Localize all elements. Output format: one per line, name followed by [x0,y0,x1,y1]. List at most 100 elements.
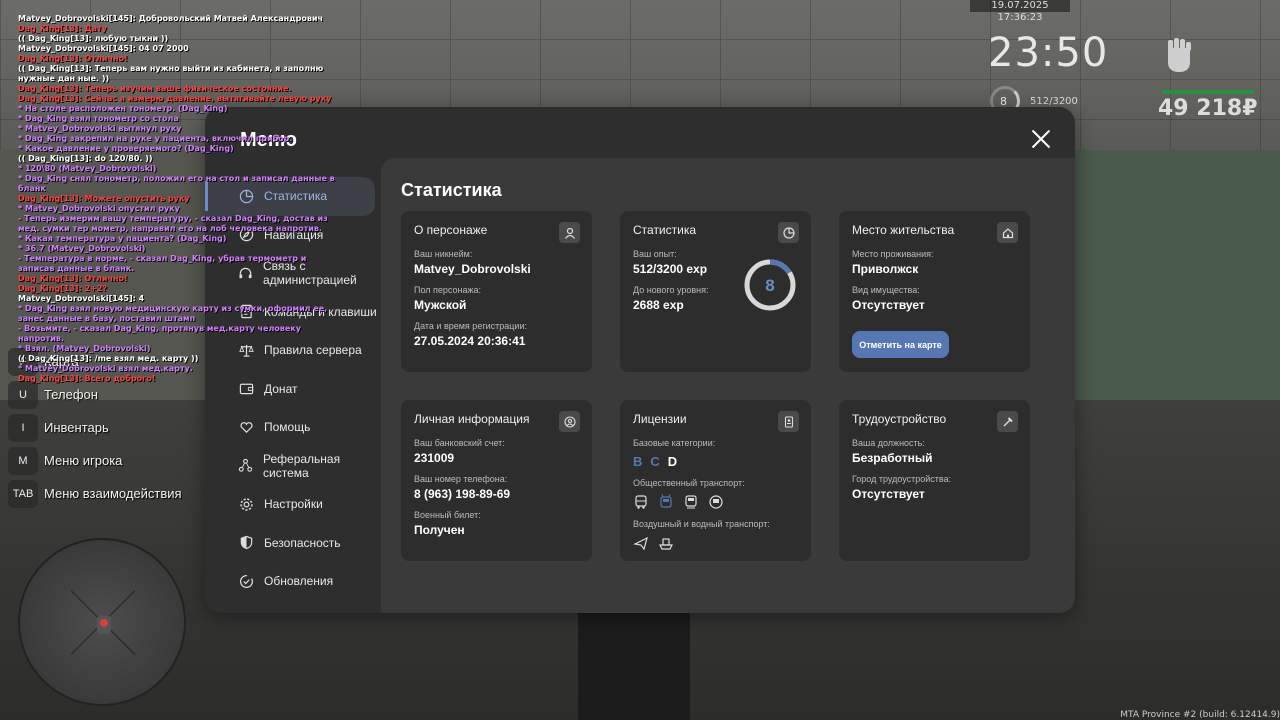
quick-key-label: Меню взаимодействия [44,486,182,501]
position-value: Безработный [852,451,933,465]
ship-icon [659,538,673,550]
chat-line: * Dag_King снял тонометр, положил его на… [18,174,338,193]
key-badge: TAB [8,479,38,508]
chat-log: Matvey_Dobrovolski[145]: Добровольский М… [18,14,338,384]
license-categories: BCD [633,454,798,469]
chat-line: Dag_King[13]: 2+2? [18,284,108,293]
chat-line: * 36.7 (Matvey_Dobrovolski) [18,244,146,253]
field-label: Воздушный и водный транспорт: [633,519,770,529]
field-label: Дата и время регистрации: [414,321,527,331]
quick-key-label: Меню игрока [44,453,123,468]
id-card-icon [778,411,799,432]
gear-icon [238,496,254,512]
health-bar [1162,90,1254,94]
quick-key-item[interactable]: I Инвентарь [8,411,182,444]
air-water-transport-icons [633,535,798,551]
gender-value: Мужской [414,298,467,312]
close-icon[interactable] [1031,129,1051,149]
fist-icon [1168,38,1191,72]
shield-icon [238,535,254,551]
chat-line: * Matvey_Dobrovolski взял мед.карту. [18,364,193,373]
refresh-check-icon [238,573,254,589]
mark-on-map-button[interactable]: Отметить на карте [852,331,949,358]
chat-line: Matvey_Dobrovolski[145]: 4 [18,294,145,303]
chat-line: (( Dag_King[13]: любую тыкни )) [18,34,169,43]
plane-icon [633,536,648,551]
field-label: Базовые категории: [633,438,716,448]
key-badge: U [8,380,38,409]
sidebar-item-label: Реферальная система [263,451,341,480]
key-badge: M [8,446,38,475]
chat-line: * Взял. (Matvey_Dobrovolski) [18,344,151,353]
chat-line: (( Dag_King[13]: do 120/80. )) [18,154,153,163]
minimap [18,538,186,706]
trolleybus-icon [660,494,672,508]
field-label: Ваша должность: [852,438,925,448]
chat-line: (( Dag_King[13]: Теперь вам нужно выйти … [18,64,327,83]
hammer-icon [997,411,1018,432]
card-title: Личная информация [414,412,530,426]
card-title: О персонаже [414,223,488,237]
chat-line: - Температура в норме, - сказал Dag_King… [18,254,310,273]
chat-line: * Какая температура у пациента? (Dag_Kin… [18,234,227,243]
quick-key-item[interactable]: TAB Меню взаимодействия [8,477,182,510]
property-value: Отсутствует [852,298,925,312]
license-category: B [633,454,643,469]
sidebar-item[interactable]: Обновления [205,562,380,601]
chat-line: * 120\80 (Matvey_Dobrovolski) [18,164,157,173]
bank-account-value: 231009 [414,451,455,465]
field-label: Место проживания: [852,249,934,259]
licenses-card: Лицензии Базовые категории: BCD Обществе… [620,400,811,561]
chat-line: Dag_King[13]: Теперь изучим ваше физичес… [18,84,292,93]
metro-icon [709,495,723,509]
field-label: Военный билет: [414,510,481,520]
field-label: Ваш банковский счет: [414,438,505,448]
employment-card: Трудоустройство Ваша должность: Безработ… [839,400,1030,561]
chat-line: - Возьмите, - сказал Dag_King, протянув … [18,324,304,343]
chat-line: * На столе расположен тонометр. (Dag_Kin… [18,104,228,113]
sidebar-item[interactable]: Настройки [205,485,380,524]
nickname-value: Matvey_Dobrovolski [414,262,531,276]
pie-chart-icon [778,222,799,243]
heart-hand-icon [238,419,254,435]
card-title: Статистика [633,223,697,237]
registration-value: 27.05.2024 20:36:41 [414,334,526,348]
employment-city-value: Отсутствует [852,487,925,501]
residence-card: Место жительства Место проживания: Приво… [839,211,1030,372]
user-circle-icon [559,411,580,432]
field-label: Вид имущества: [852,285,920,295]
character-card: О персонаже Ваш никнейм: Matvey_Dobrovol… [401,211,592,372]
sidebar-item-label: Обновления [264,574,334,589]
card-title: Место жительства [852,223,955,237]
chat-line: Dag_King[13]: Всего доброго! [18,374,156,383]
bus-icon [635,495,647,509]
sidebar-item[interactable]: Безопасность [205,524,380,563]
sidebar-item-label: Настройки [264,497,323,512]
quick-key-item[interactable]: M Меню игрока [8,444,182,477]
player-character [578,612,690,720]
network-icon [238,458,253,474]
chat-line: * Какое давление у проверяемого? (Dag_Ki… [18,144,234,153]
hud-exp: 512/3200 [1030,96,1078,107]
military-id-value: Получен [414,523,465,537]
chat-line: Dag_King[13]: Отлично! [18,54,128,63]
sidebar-item[interactable]: Реферальная система [205,447,380,486]
personal-card: Личная информация Ваш банковский счет: 2… [401,400,592,561]
hud-money: 49 218₽ [1158,96,1258,121]
hud-clock: 23:50 [988,30,1109,76]
stats-content: Статистика О персонаже Ваш никнейм: Matv… [381,158,1075,613]
card-title: Лицензии [633,412,687,426]
sidebar-item-label: Помощь [264,420,311,435]
chat-line: Dag_King[13]: Дату [18,24,107,33]
level-number: 8 [765,276,774,295]
chat-line: * Matvey_Dobrovolski вытянул руку [18,124,182,133]
field-label: Город трудоустройства: [852,474,952,484]
field-label: Общественный транспорт: [633,478,745,488]
field-label: Ваш никнейм: [414,249,473,259]
key-badge: I [8,413,38,442]
residence-value: Приволжск [852,262,919,276]
stats-title: Статистика [401,180,502,200]
sidebar-item-label: Безопасность [264,535,341,550]
sidebar-item[interactable]: Помощь [205,408,380,447]
card-title: Трудоустройство [852,412,947,426]
